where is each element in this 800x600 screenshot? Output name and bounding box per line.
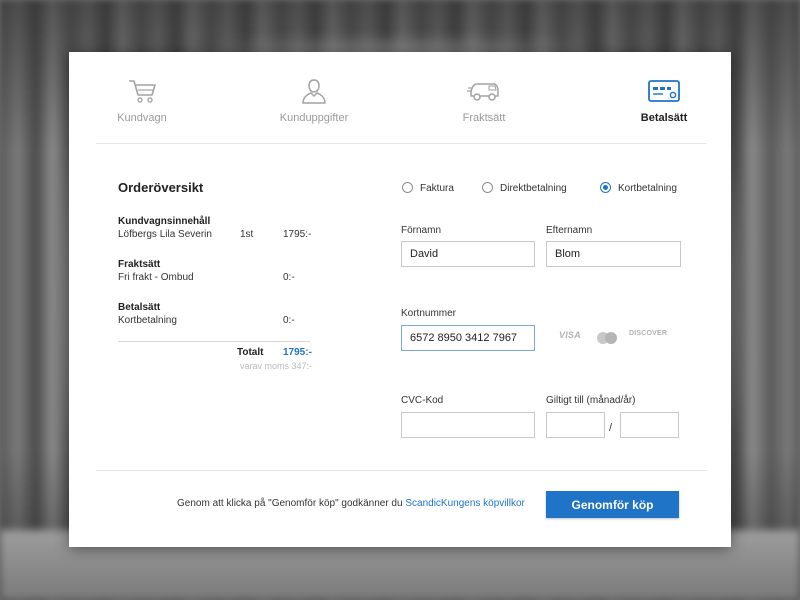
item-name: Löfbergs Lila Severin — [118, 229, 212, 240]
visa-logo: VISA — [559, 330, 581, 340]
overview-title: Orderöversikt — [118, 180, 204, 195]
card-number-field[interactable] — [401, 325, 535, 351]
step-fraktsatt[interactable]: Fraktsätt — [429, 76, 539, 124]
radio-circle[interactable] — [402, 182, 413, 193]
section-heading: Kundvagnsinnehåll — [118, 216, 211, 227]
total-label: Totalt — [237, 347, 264, 358]
checkout-card: Kundvagn Kunduppgifter Fraktsätt Betalsä… — [69, 52, 731, 547]
cvc-label: CVC-Kod — [401, 395, 444, 406]
radio-circle[interactable] — [482, 182, 493, 193]
cvc-field[interactable] — [401, 412, 535, 438]
step-label: Betalsätt — [640, 112, 688, 124]
cart-icon — [129, 80, 156, 103]
line-item: Kortbetalning 0:- — [118, 314, 313, 327]
terms-prefix: Genom att klicka på "Genomför köp" godkä… — [177, 498, 406, 509]
checkout-steps: Kundvagn Kunduppgifter Fraktsätt Betalsä… — [69, 52, 731, 144]
overview-section-payment: Betalsätt Kortbetalning 0:- — [118, 301, 313, 327]
radio-kortbetalning[interactable]: Kortbetalning — [600, 182, 677, 194]
divider — [96, 143, 707, 144]
expiry-year-field[interactable] — [620, 412, 679, 438]
expiry-month-field[interactable] — [546, 412, 605, 438]
step-label: Fraktsätt — [462, 112, 506, 124]
first-name-label: Förnamn — [401, 225, 442, 236]
order-total: Totalt 1795:- — [118, 345, 313, 361]
item-price: 1795:- — [283, 229, 312, 240]
expiry-separator: / — [609, 422, 613, 434]
last-name-field[interactable] — [546, 241, 681, 267]
total-divider — [118, 341, 310, 342]
first-name-field[interactable] — [401, 241, 535, 267]
line-item: Fri frakt - Ombud 0:- — [118, 271, 313, 284]
step-label: Kundvagn — [117, 112, 167, 124]
step-betalsatt[interactable]: Betalsätt — [609, 76, 719, 124]
divider — [96, 470, 707, 471]
item-name: Kortbetalning — [118, 315, 177, 326]
radio-label: Faktura — [420, 183, 454, 194]
step-label: Kunduppgifter — [279, 112, 349, 124]
last-name-label: Efternamn — [546, 225, 593, 236]
truck-icon — [467, 83, 499, 101]
item-qty: 1st — [240, 229, 254, 240]
order-overview: Orderöversikt Kundvagnsinnehåll Löfbergs… — [118, 180, 313, 371]
mastercard-logo — [597, 332, 617, 344]
valid-until-label: Giltigt till (månad/år) — [546, 395, 636, 406]
overview-section-shipping: Fraktsätt Fri frakt - Ombud 0:- — [118, 258, 313, 284]
total-value: 1795:- — [283, 347, 312, 358]
section-heading: Betalsätt — [118, 302, 161, 313]
radio-faktura[interactable]: Faktura — [402, 182, 454, 194]
credit-card-icon — [648, 80, 680, 102]
radio-label: Kortbetalning — [618, 183, 677, 194]
discover-logo: DISCOVER — [629, 330, 668, 337]
overview-section-cart: Kundvagnsinnehåll Löfbergs Lila Severin … — [118, 215, 313, 241]
section-heading: Fraktsätt — [118, 259, 161, 270]
radio-label: Direktbetalning — [500, 183, 567, 194]
item-price: 0:- — [283, 315, 295, 326]
line-item: Löfbergs Lila Severin 1st 1795:- — [118, 228, 313, 241]
radio-circle[interactable] — [600, 182, 611, 193]
vat-note: varav moms 347:- — [239, 361, 312, 371]
radio-direktbetalning[interactable]: Direktbetalning — [482, 182, 567, 194]
step-kundvagn[interactable]: Kundvagn — [87, 76, 197, 124]
item-price: 0:- — [283, 272, 295, 283]
step-kunduppgifter[interactable]: Kunduppgifter — [259, 76, 369, 124]
complete-purchase-button[interactable]: Genomför köp — [546, 491, 679, 518]
card-number-label: Kortnummer — [401, 308, 457, 319]
terms-text: Genom att klicka på "Genomför köp" godkä… — [177, 498, 525, 509]
item-name: Fri frakt - Ombud — [118, 272, 194, 283]
terms-link[interactable]: ScandicKungens köpvillkor — [405, 498, 525, 509]
user-icon — [302, 79, 326, 104]
